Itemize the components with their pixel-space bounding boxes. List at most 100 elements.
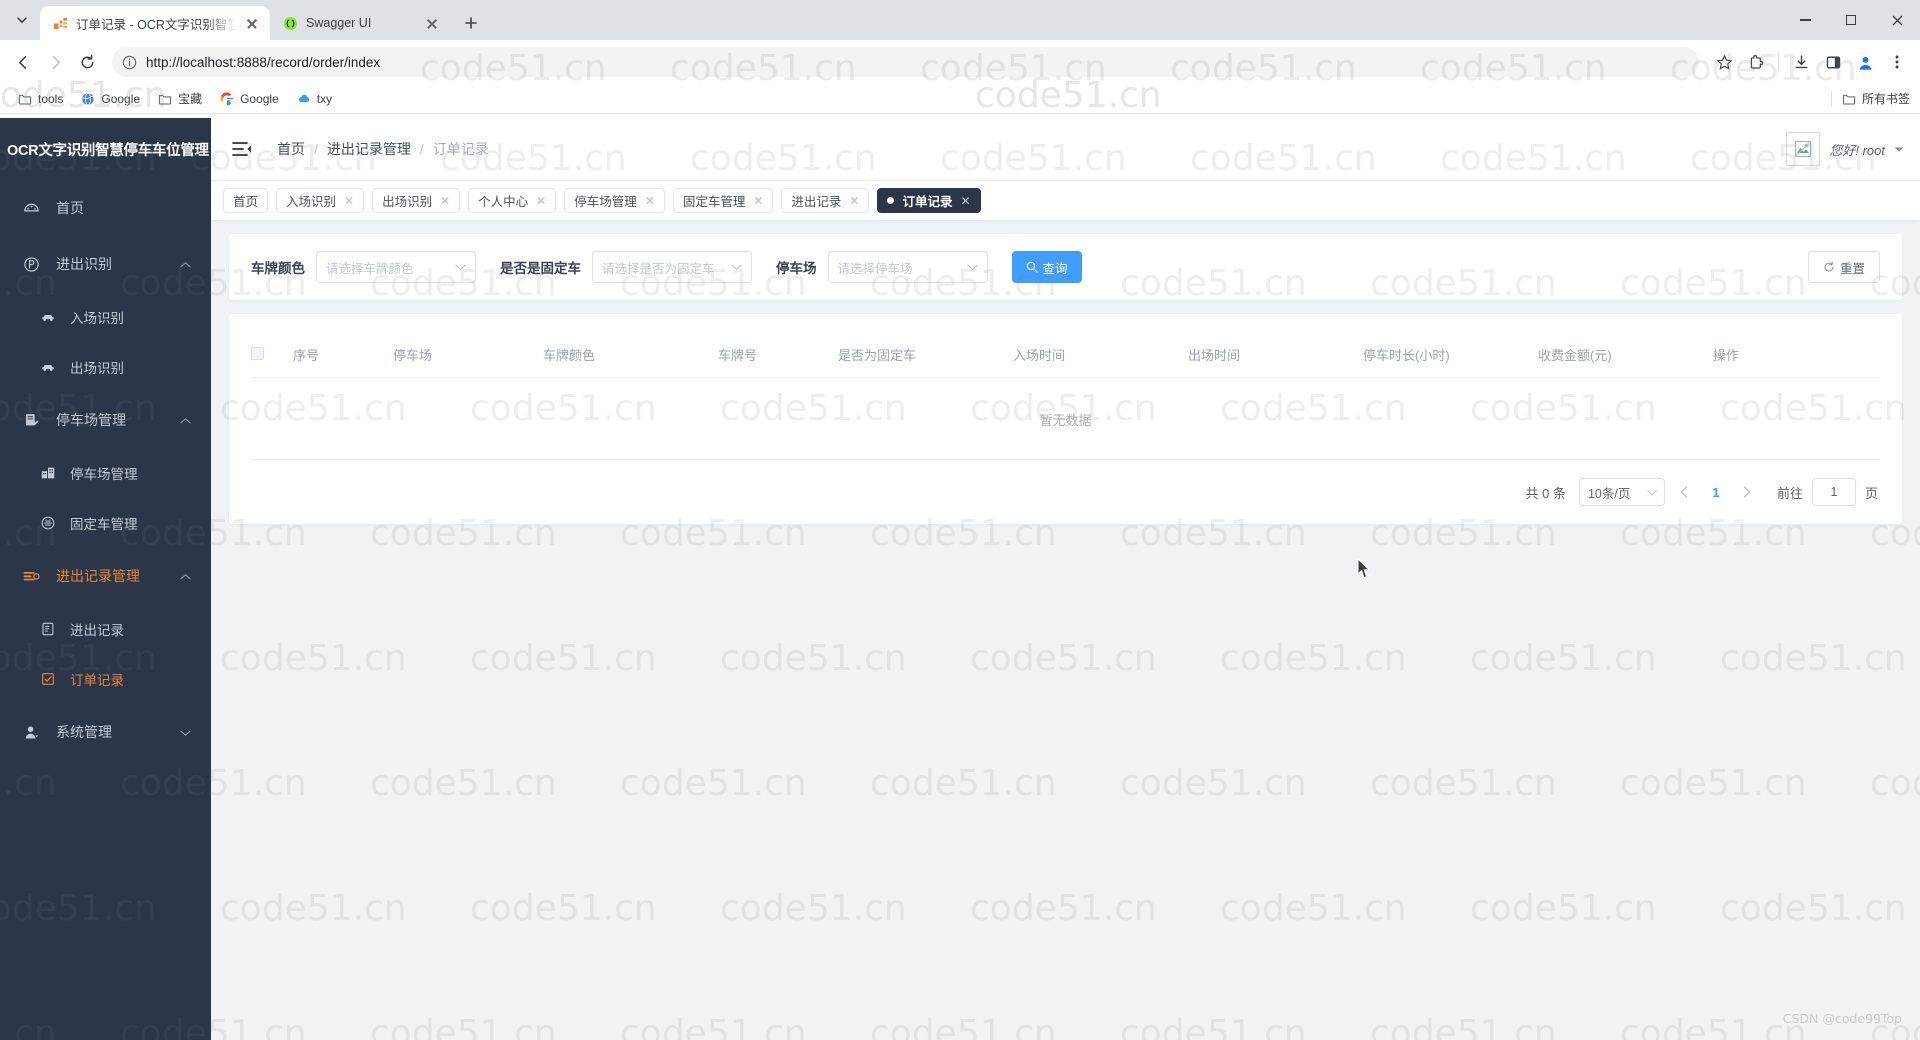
chevron-down-icon [966,260,978,274]
close-icon[interactable]: ✕ [849,195,859,207]
page-tab-entry-recognition[interactable]: 入场识别 ✕ [276,188,365,213]
reset-button-label: 重置 [1839,261,1865,276]
new-tab-button[interactable] [456,8,486,38]
sidebar-item-entry-recognition[interactable]: 入场识别 [0,292,211,342]
bookmark-google[interactable]: Google [212,89,287,109]
sidebar-item-exit-recognition[interactable]: 出场识别 [0,342,211,392]
sidebar-item-parking-management[interactable]: 停车场管理 [0,392,211,448]
bookmark-google-folder[interactable]: Google [73,89,148,109]
browser-tab-0[interactable]: 订单记录 - OCR文字识别智慧停 [40,6,270,40]
avatar[interactable] [1786,132,1821,166]
breadcrumb-item-1[interactable]: 进出记录管理 [327,139,411,159]
sidebar-item-label: 停车场管理 [70,467,138,482]
bookmark-tools[interactable]: tools [10,89,71,109]
sidebar-item-label: 订单记录 [70,673,124,688]
bookmark-star-icon[interactable] [1709,47,1739,77]
tickets-icon [20,567,42,585]
breadcrumb-separator: / [314,141,318,157]
table-header-exit-time: 出场时间 [1188,334,1363,378]
chevron-up-icon [180,256,191,272]
page-tab-label: 个人中心 [478,195,529,209]
side-panel-icon[interactable] [1818,47,1848,77]
select-all-checkbox[interactable] [251,346,264,360]
next-page-button[interactable] [1736,479,1758,505]
page-tab-access-record[interactable]: 进出记录 ✕ [781,188,870,213]
page-tab-parking-lot[interactable]: 停车场管理 ✕ [564,188,665,213]
user-menu[interactable]: 您好! root [1786,118,1904,180]
caret-down-icon[interactable] [1894,146,1904,153]
page-tab-label: 入场识别 [286,195,337,209]
hamburger-fold-icon[interactable] [231,138,253,160]
sidebar-item-home[interactable]: 首页 [0,180,211,236]
page-tab-exit-recognition[interactable]: 出场识别 ✕ [372,188,461,213]
table-header-fee: 收费金额(元) [1538,334,1713,378]
filter-panel: 车牌颜色 请选择车牌颜色 是否是固定车 请选择是否为固定车 停车场 请选择停车场… [229,234,1902,300]
close-icon[interactable]: ✕ [440,195,450,207]
page-tab-home[interactable]: 首页 [223,188,269,213]
url-text: http://localhost:8888/record/order/index [146,54,381,70]
site-info-icon[interactable] [122,55,137,70]
sidebar-item-recognition[interactable]: 进出识别 [0,236,211,292]
page-tab-label: 订单记录 [902,195,953,209]
app-topbar: 首页 / 进出记录管理 / 订单记录 您好! root [211,118,1920,180]
close-icon[interactable]: ✕ [961,195,971,207]
goto-page-input[interactable]: 1 [1811,478,1856,506]
parking-lot-select[interactable]: 请选择停车场 [827,251,988,283]
profile-icon[interactable] [1850,47,1880,77]
sidebar-item-record-management[interactable]: 进出记录管理 [0,548,211,604]
browser-tab-1[interactable]: Swagger UI [270,6,450,40]
app-logo[interactable]: OCR文字识别智慧停车车位管理 [0,118,211,180]
filter-label: 停车场 [776,261,817,276]
page-size-select[interactable]: 10条/页 [1578,478,1665,506]
bookmark-treasure[interactable]: 宝藏 [150,87,210,110]
sidebar-item-order-record[interactable]: 订单记录 [0,654,211,704]
folder-icon [1842,92,1856,106]
page-tab-label: 出场识别 [382,195,433,209]
search-button[interactable]: 查询 [1011,251,1082,283]
maximize-icon[interactable] [1828,0,1874,40]
parking-icon [52,15,68,31]
close-icon[interactable] [244,15,260,31]
search-button-label: 查询 [1042,261,1068,276]
page-number-1[interactable]: 1 [1705,485,1727,500]
sidebar-item-parking-lot[interactable]: 停车场管理 [0,448,211,498]
sidebar-item-fixed-car[interactable]: 固定车管理 [0,498,211,548]
is-fixed-car-select[interactable]: 请选择是否为固定车 [592,251,752,283]
bookmark-txy[interactable]: txy [289,89,340,109]
prev-page-button[interactable] [1674,479,1696,505]
close-icon[interactable] [424,15,440,31]
close-icon[interactable] [1874,0,1920,40]
plate-color-select[interactable]: 请选择车牌颜色 [316,251,476,283]
breadcrumb-item-0[interactable]: 首页 [277,139,305,159]
broken-image-icon [1795,140,1812,158]
sidebar-item-access-record[interactable]: 进出记录 [0,604,211,654]
page-size-value: 10条/页 [1587,486,1631,501]
table-header-actions: 操作 [1713,334,1880,378]
minimize-icon[interactable] [1782,0,1828,40]
select-all-checkbox-cell[interactable] [251,334,293,378]
tab-search-caret-icon[interactable] [4,3,40,37]
address-bar[interactable]: http://localhost:8888/record/order/index [112,47,1699,77]
browser-menu-icon[interactable] [1882,47,1912,77]
page-tab-label: 首页 [233,195,259,209]
page-tab-label: 固定车管理 [682,195,746,209]
page-tab-order-record[interactable]: 订单记录 ✕ [877,188,981,213]
close-icon[interactable]: ✕ [645,195,655,207]
download-icon[interactable] [1786,47,1816,77]
reset-button[interactable]: 重置 [1807,251,1880,283]
close-icon[interactable]: ✕ [536,195,546,207]
all-bookmarks-button[interactable]: 所有书签 [1830,90,1910,107]
page-tab-personal-center[interactable]: 个人中心 ✕ [468,188,557,213]
browser-toolbar: http://localhost:8888/record/order/index [0,40,1920,84]
back-icon[interactable] [8,47,38,77]
bookmarks-bar: tools Google 宝藏 Google txy 所有书签 [0,84,1920,114]
close-icon[interactable]: ✕ [344,195,354,207]
page-tab-fixed-car[interactable]: 固定车管理 ✕ [672,188,774,213]
sidebar-item-system-management[interactable]: 系统管理 [0,704,211,760]
extensions-icon[interactable] [1741,47,1771,77]
bookmark-label: tools [38,91,64,106]
close-icon[interactable]: ✕ [753,195,763,207]
reload-icon[interactable] [72,47,102,77]
pagination: 共 0 条 10条/页 1 前往 1 页 [251,460,1880,510]
page-content: 车牌颜色 请选择车牌颜色 是否是固定车 请选择是否为固定车 停车场 请选择停车场… [211,220,1920,524]
